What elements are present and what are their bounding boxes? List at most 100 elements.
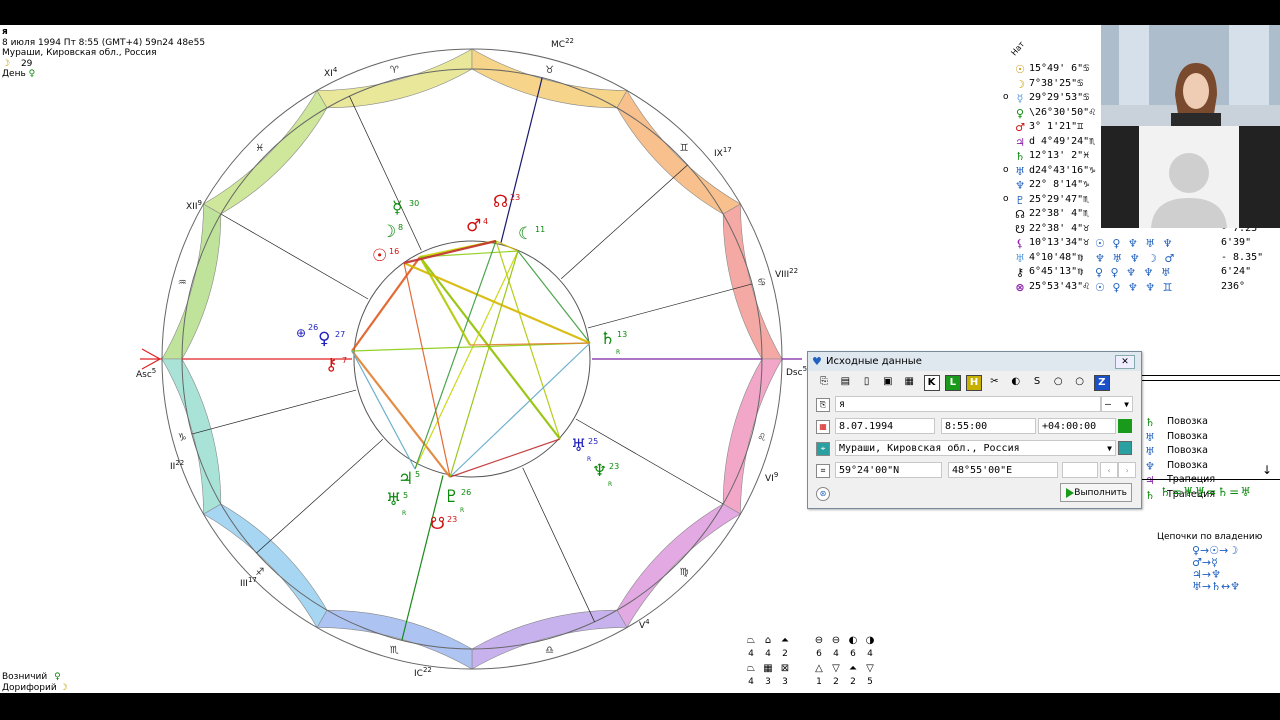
scroll-down-arrow-icon[interactable]: ↓ — [1262, 464, 1272, 476]
planet-degree: 23 — [447, 515, 457, 524]
dorif-info: Дорифорий ☽ — [2, 683, 68, 693]
planet-icon[interactable]: ☾ — [518, 224, 533, 244]
toolbar-button[interactable]: ◐ — [1009, 375, 1023, 389]
timezone-status-icon[interactable] — [1118, 419, 1132, 433]
planet-icon[interactable]: ♃ — [398, 469, 413, 489]
retrograde-marker: R — [587, 456, 591, 463]
latitude-field[interactable]: 59°24'00"N — [835, 462, 942, 478]
planet-icon: ♂ — [1015, 121, 1025, 134]
chevron-down-icon: ▼ — [1107, 444, 1112, 453]
stat-icon: △ — [815, 663, 823, 674]
planet-icon[interactable]: ☋ — [430, 514, 445, 534]
planet-icon: ♅ — [1015, 164, 1025, 178]
dialog-titlebar[interactable]: ♥ Исходные данные ✕ — [808, 352, 1141, 371]
timezone-field[interactable]: +04:00:00 — [1038, 418, 1116, 434]
chains-title: Цепочки по владению — [1157, 532, 1263, 542]
house-label: VIII22 — [775, 267, 798, 280]
prev-arrow-icon[interactable]: ‹ — [1100, 462, 1118, 478]
planet-icon: ♄ — [1145, 416, 1155, 429]
planet-icon[interactable]: ♅ — [571, 436, 586, 456]
planet-icon[interactable]: ♅ — [386, 490, 401, 510]
name-dropdown[interactable]: — ▼ — [1101, 396, 1133, 412]
toolbar-button[interactable]: K — [923, 375, 940, 391]
planet-icon[interactable]: ☽ — [381, 222, 396, 242]
source-data-dialog[interactable]: ♥ Исходные данные ✕ ⎘ ▤ ▯ ▣ ▦ K L H ✂ ◐ S ○ ○ Z ⎘ я —… — [807, 351, 1142, 509]
stat-count: 4 — [867, 649, 873, 659]
stat-icon: ⏶ — [781, 635, 789, 646]
stat-icon: ⌂ — [764, 635, 772, 646]
house-label-sup: 17 — [248, 576, 257, 584]
toolbar-button[interactable]: L — [944, 375, 961, 391]
close-button[interactable]: ✕ — [1115, 355, 1135, 369]
stat-icon: ▽ — [866, 663, 874, 674]
planet-position: 12°13' 2"♓ — [1029, 150, 1090, 161]
planet-icon[interactable]: ☿ — [392, 198, 402, 218]
house-label-sup: 22 — [423, 666, 432, 674]
planet-icon[interactable]: ☉ — [372, 246, 387, 266]
planet-icon[interactable]: ☊ — [493, 192, 508, 212]
longitude-field[interactable]: 48°55'00"E — [948, 462, 1058, 478]
stat-count: 4 — [765, 649, 771, 659]
toolbar-button[interactable]: ✂ — [987, 375, 1001, 389]
toolbar-button[interactable]: ▤ — [838, 375, 852, 389]
house-cusp-line — [560, 164, 688, 279]
house-label-sup: 9 — [197, 199, 201, 207]
participant-placeholder — [1139, 126, 1239, 228]
toolbar-button[interactable]: H — [966, 375, 983, 391]
house-cusp-line — [220, 213, 369, 300]
planet-icon[interactable]: ♄ — [600, 329, 615, 349]
retrograde-marker: R — [402, 510, 406, 517]
planet-icon[interactable]: ♆ — [592, 461, 607, 481]
planet-degree: 5 — [415, 470, 420, 479]
toolbar-button[interactable]: ○ — [1051, 375, 1065, 389]
settings-icon[interactable]: ⊛ — [816, 487, 830, 501]
house-cusp-line — [256, 439, 384, 554]
stat-count: 3 — [765, 677, 771, 687]
planet-position: 15°49' 6"♋ — [1029, 63, 1090, 74]
coordinates-icon: ⌗ — [816, 464, 830, 478]
app-icon: ♥ — [812, 355, 822, 368]
zodiac-sign-icon: ♈ — [390, 65, 399, 76]
planet-icon: ♄ — [1015, 150, 1025, 163]
ruler-chain: ♂→☿ — [1192, 556, 1218, 569]
planet-icon[interactable]: ♀ — [318, 329, 330, 349]
toolbar-button[interactable]: Z — [1093, 375, 1110, 391]
altitude-field[interactable] — [1062, 462, 1098, 478]
toolbar-button[interactable]: ○ — [1073, 375, 1087, 389]
house-label-sup: 4 — [333, 66, 338, 74]
inner-circle — [353, 240, 591, 478]
dialog-title: Исходные данные — [826, 356, 922, 367]
time-field[interactable]: 8:55:00 — [941, 418, 1036, 434]
house-label-sup: 9 — [774, 471, 778, 479]
avatar-icon — [1151, 153, 1227, 228]
toolbar-button[interactable]: ⎘ — [817, 375, 831, 389]
toolbar-button[interactable]: ▣ — [881, 375, 895, 389]
house-cusp-line — [522, 467, 595, 622]
planet-degree: 25 — [588, 437, 598, 446]
next-arrow-icon[interactable]: › — [1118, 462, 1136, 478]
house-label: Dsc5 — [786, 365, 807, 378]
toolbar-button[interactable]: ▯ — [860, 375, 874, 389]
planet-flag: o — [1003, 164, 1009, 175]
toolbar-button[interactable]: S — [1030, 375, 1044, 389]
moon-icon: ☽ — [59, 683, 68, 693]
planet-position: 22° 8'14"♑ — [1029, 179, 1090, 190]
ruler-chain: ♃→♆ — [1192, 568, 1221, 581]
planet-icon[interactable]: ♂ — [466, 216, 481, 236]
place-field[interactable]: Мураши, Кировская обл., Россия ▼ — [835, 440, 1116, 456]
zodiac-sector — [202, 89, 328, 215]
run-button[interactable]: Выполнить — [1060, 483, 1132, 502]
planet-position: d 4°49'24"♏ — [1029, 135, 1096, 147]
date-field[interactable]: 8.07.1994 — [835, 418, 935, 434]
presenter-image — [1101, 25, 1280, 126]
globe-icon[interactable] — [1118, 441, 1132, 455]
stat-icon: ▽ — [832, 663, 840, 674]
house-cusp-line — [587, 283, 753, 329]
name-field[interactable]: я — [835, 396, 1101, 412]
toolbar-button[interactable]: ▦ — [902, 375, 916, 389]
planet-icon[interactable]: ♇ — [444, 487, 459, 507]
planet-icon[interactable]: ⊕ — [296, 326, 306, 340]
planet-icon[interactable]: ⚷ — [325, 355, 337, 375]
planet-position: 10°13'34"♉ — [1029, 237, 1090, 248]
zodiac-sign-icon: ♌ — [757, 433, 766, 444]
